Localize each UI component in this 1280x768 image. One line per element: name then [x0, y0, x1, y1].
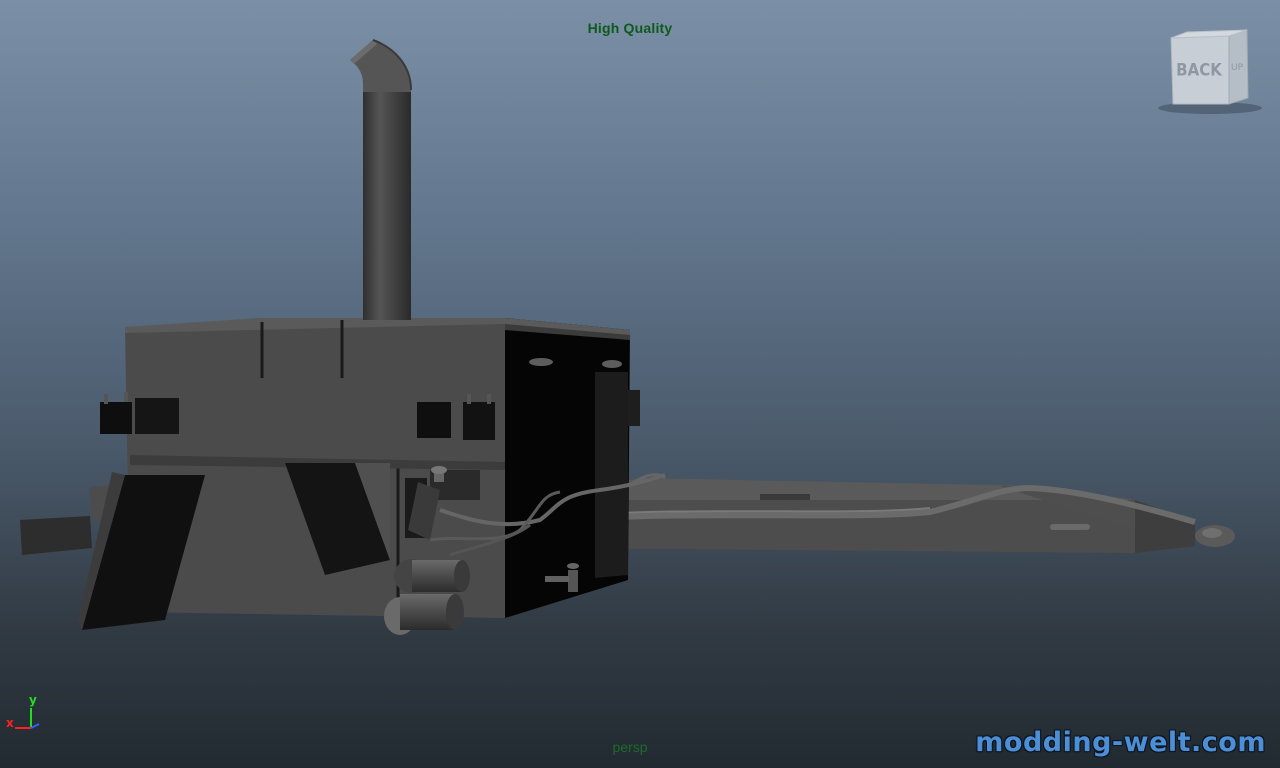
view-cube[interactable]: BACK UP [1155, 26, 1265, 118]
y-axis-label: y [29, 693, 37, 707]
axis-gizmo: y x [4, 692, 48, 736]
chimney [350, 39, 412, 320]
x-axis-label: x [6, 716, 14, 730]
left-arm [20, 516, 92, 555]
3d-model[interactable] [0, 0, 1280, 768]
view-cube-icon[interactable]: BACK UP [1155, 26, 1265, 118]
camera-name-label: persp [612, 739, 648, 755]
watermark: modding-welt.com [975, 727, 1266, 758]
view-cube-up-label[interactable]: UP [1231, 63, 1244, 73]
drawbar [540, 478, 1235, 553]
maya-perspective-viewport[interactable]: High Quality BACK UP y x persp modding-w… [0, 0, 1280, 768]
view-cube-back-label[interactable]: BACK [1176, 59, 1223, 79]
z-axis-line [30, 723, 40, 729]
